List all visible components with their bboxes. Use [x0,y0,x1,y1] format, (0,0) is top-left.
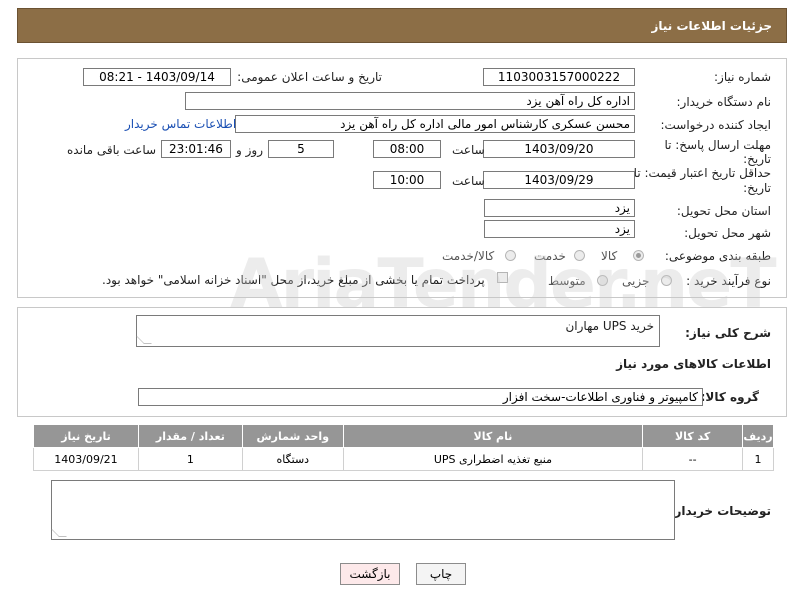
deadline-time-label: ساعت [452,143,485,157]
table-row: 1 -- منبع تغذیه اضطراری UPS دستگاه 1 140… [33,447,774,471]
city-label: شهر محل تحویل: [684,226,771,240]
announce-field: 1403/09/14 - 08:21 [83,68,231,86]
col-header-quantity: تعداد / مقدار [137,424,243,448]
cell-goods-code: -- [642,447,744,471]
category-option-goods-service: کالا/خدمت [442,249,495,263]
col-header-goods-code: کد کالا [642,424,744,448]
buyer-org-field: اداره کل راه آهن یزد [185,92,635,110]
deadline-time-field: 08:00 [373,140,441,158]
print-button[interactable]: چاپ [416,563,466,585]
validity-time-label: ساعت [452,174,485,188]
process-option-minor: جزیی [622,274,650,288]
creator-field: محسن عسکری کارشناس امور مالی اداره کل را… [235,115,635,133]
category-radio-goods[interactable] [633,250,644,261]
province-label: استان محل تحویل: [676,204,771,218]
goods-info-title: اطلاعات کالاهای مورد نیاز [616,357,771,371]
remaining-label: ساعت باقی مانده [67,143,157,157]
category-option-service: خدمت [534,249,566,263]
announce-label: تاریخ و ساعت اعلان عمومی: [237,70,382,84]
goods-table: ردیف کد کالا نام کالا واحد شمارش تعداد /… [33,424,774,471]
resize-grip-icon [51,529,67,537]
cell-unit: دستگاه [241,447,344,471]
category-option-goods: کالا [601,249,618,263]
validity-label: حداقل تاریخ اعتبار قیمت: تا [633,166,771,180]
treasury-payment-checkbox[interactable] [497,272,508,283]
city-field: یزد [484,220,635,238]
days-field: 5 [268,140,334,158]
process-option-medium: متوسط [548,274,586,288]
process-radio-medium[interactable] [597,275,608,286]
cell-goods-name: منبع تغذیه اضطراری UPS [342,447,644,471]
need-number-label: شماره نیاز: [714,70,771,84]
remaining-time-field: 23:01:46 [161,140,231,158]
process-radio-minor[interactable] [661,275,672,286]
days-label: روز و [236,143,263,157]
col-header-row-number: ردیف [742,424,774,448]
need-summary-text: خرید UPS مهاران [565,319,654,333]
page-title: جزئیات اطلاعات نیاز [651,19,772,33]
goods-table-header-row: ردیف کد کالا نام کالا واحد شمارش تعداد /… [33,424,774,448]
process-label: نوع فرآیند خرید : [686,274,771,288]
col-header-unit: واحد شمارش [241,424,344,448]
goods-group-label: گروه کالا: [700,390,759,404]
need-summary-textarea: خرید UPS مهاران [136,315,660,347]
province-field: یزد [484,199,635,217]
deadline-label-date: تاریخ: [743,152,771,166]
resize-grip-icon [136,336,152,344]
buyer-notes-label: توضیحات خریدار: [669,504,771,518]
cell-quantity: 1 [137,447,243,471]
validity-label-date: تاریخ: [743,181,771,195]
buyer-org-label: نام دستگاه خریدار: [676,95,772,109]
buyer-notes-textarea [51,480,675,540]
buyer-contact-link[interactable]: اطلاعات تماس خریدار [125,117,236,131]
validity-time-field: 10:00 [373,171,441,189]
need-number-field: 1103003157000222 [483,68,635,86]
category-label: طبقه بندی موضوعی: [664,249,771,263]
col-header-need-date: تاریخ نیاز [33,424,139,448]
back-button[interactable]: بازگشت [340,563,400,585]
goods-group-field: کامپیوتر و فناوری اطلاعات-سخت افزار [138,388,703,406]
category-radio-goods-service[interactable] [505,250,516,261]
cell-need-date: 1403/09/21 [33,447,139,471]
category-radio-service[interactable] [574,250,585,261]
deadline-date-field: 1403/09/20 [483,140,635,158]
cell-row-number: 1 [742,447,774,471]
page-header: جزئیات اطلاعات نیاز [17,8,787,43]
creator-label: ایجاد کننده درخواست: [660,118,771,132]
treasury-payment-note: پرداخت تمام یا بخشی از مبلغ خرید،از محل … [102,273,485,287]
need-summary-label: شرح کلی نیاز: [685,326,771,340]
validity-date-field: 1403/09/29 [483,171,635,189]
col-header-goods-name: نام کالا [342,424,644,448]
deadline-label: مهلت ارسال پاسخ: تا [664,138,771,152]
